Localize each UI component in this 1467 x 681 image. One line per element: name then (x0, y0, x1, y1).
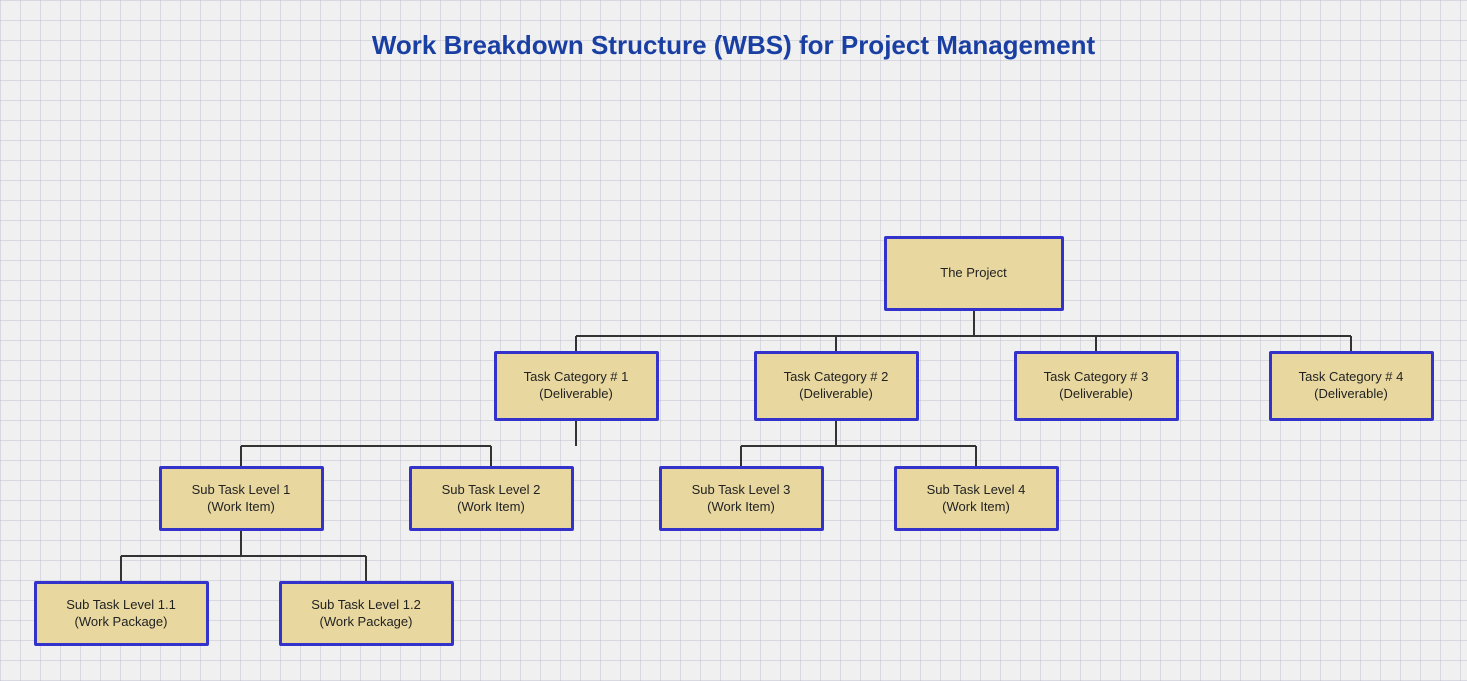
node-cat1: Task Category # 1(Deliverable) (494, 351, 659, 421)
node-root: The Project (884, 236, 1064, 311)
page-title: Work Breakdown Structure (WBS) for Proje… (20, 20, 1447, 61)
node-cat4: Task Category # 4(Deliverable) (1269, 351, 1434, 421)
node-sub4: Sub Task Level 4(Work Item) (894, 466, 1059, 531)
node-pkg1: Sub Task Level 1.1(Work Package) (34, 581, 209, 646)
page-container: Work Breakdown Structure (WBS) for Proje… (0, 0, 1467, 681)
node-sub3: Sub Task Level 3(Work Item) (659, 466, 824, 531)
node-cat3: Task Category # 3(Deliverable) (1014, 351, 1179, 421)
wbs-diagram: The Project Task Category # 1(Deliverabl… (24, 91, 1444, 661)
node-cat2: Task Category # 2(Deliverable) (754, 351, 919, 421)
node-sub2: Sub Task Level 2(Work Item) (409, 466, 574, 531)
connector-lines (24, 91, 1444, 661)
node-pkg2: Sub Task Level 1.2(Work Package) (279, 581, 454, 646)
node-sub1: Sub Task Level 1(Work Item) (159, 466, 324, 531)
